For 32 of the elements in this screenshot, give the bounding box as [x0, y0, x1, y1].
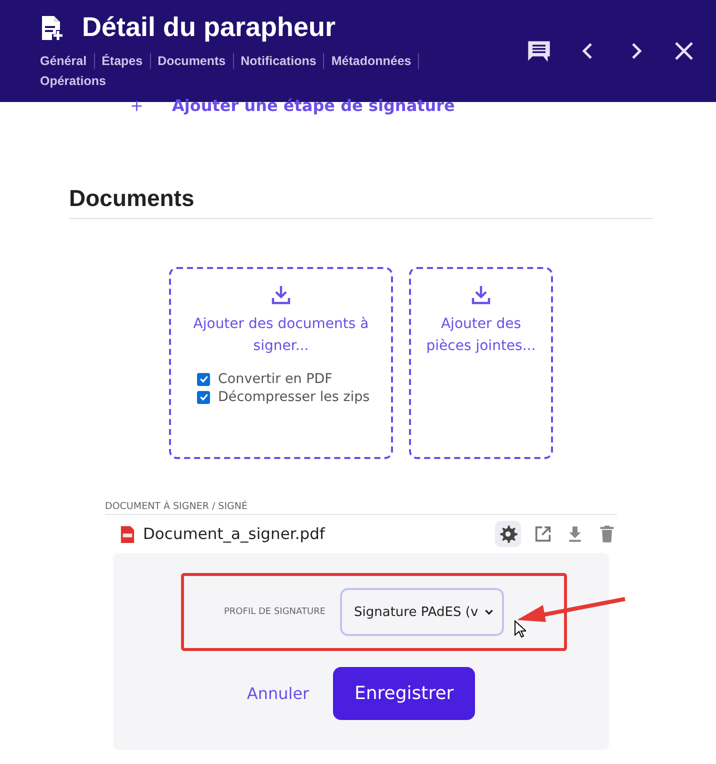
- drop-zone[interactable]: Ajouter des documents à signer... Convertir en PDF Décompresser les zips: [169, 267, 393, 459]
- file-name[interactable]: Document_a_signer.pdf: [143, 525, 487, 543]
- profile-select[interactable]: Signature PAdES (v: [340, 588, 504, 636]
- drop-zone[interactable]: Ajouter des pièces jointes...: [409, 267, 553, 459]
- plus-icon[interactable]: +: [130, 96, 142, 115]
- nav-tab[interactable]: Étapes: [94, 53, 151, 69]
- cancel-link[interactable]: Annuler: [246, 684, 310, 703]
- add-step-link[interactable]: Ajouter une étape de signature: [172, 96, 455, 115]
- nav-tab[interactable]: Notifications: [234, 53, 324, 69]
- checkbox-label: Décompresser les zips: [218, 389, 370, 405]
- upload-tray-icon: [269, 283, 293, 307]
- mouse-cursor-icon: [514, 620, 526, 638]
- open-external-icon[interactable]: [533, 524, 553, 544]
- drop-zone-label: Ajouter des pièces jointes...: [425, 315, 537, 356]
- section-title: Documents: [69, 185, 653, 219]
- checkbox[interactable]: [197, 372, 210, 386]
- checkbox-label: Convertir en PDF: [218, 371, 332, 387]
- page-title: Détail du parapheur: [82, 12, 336, 43]
- nav-tab[interactable]: Documents: [150, 53, 234, 69]
- chevron-down-icon: [484, 607, 494, 617]
- nav-tab[interactable]: Général: [40, 53, 95, 69]
- drop-zone-label: Ajouter des documents à signer...: [192, 315, 370, 356]
- field-label: PROFIL DE SIGNATURE: [224, 607, 327, 617]
- nav-tab[interactable]: Métadonnées: [324, 53, 420, 69]
- document-add-icon: [40, 14, 64, 40]
- column-heading: DOCUMENT À SIGNER / SIGNÉ: [105, 501, 617, 515]
- settings-button[interactable]: [495, 521, 521, 547]
- nav-tab[interactable]: Opérations: [40, 73, 113, 89]
- upload-tray-icon: [469, 283, 493, 307]
- save-button[interactable]: Enregistrer: [333, 667, 476, 720]
- pdf-file-icon: [120, 524, 135, 544]
- checkbox[interactable]: [197, 390, 210, 404]
